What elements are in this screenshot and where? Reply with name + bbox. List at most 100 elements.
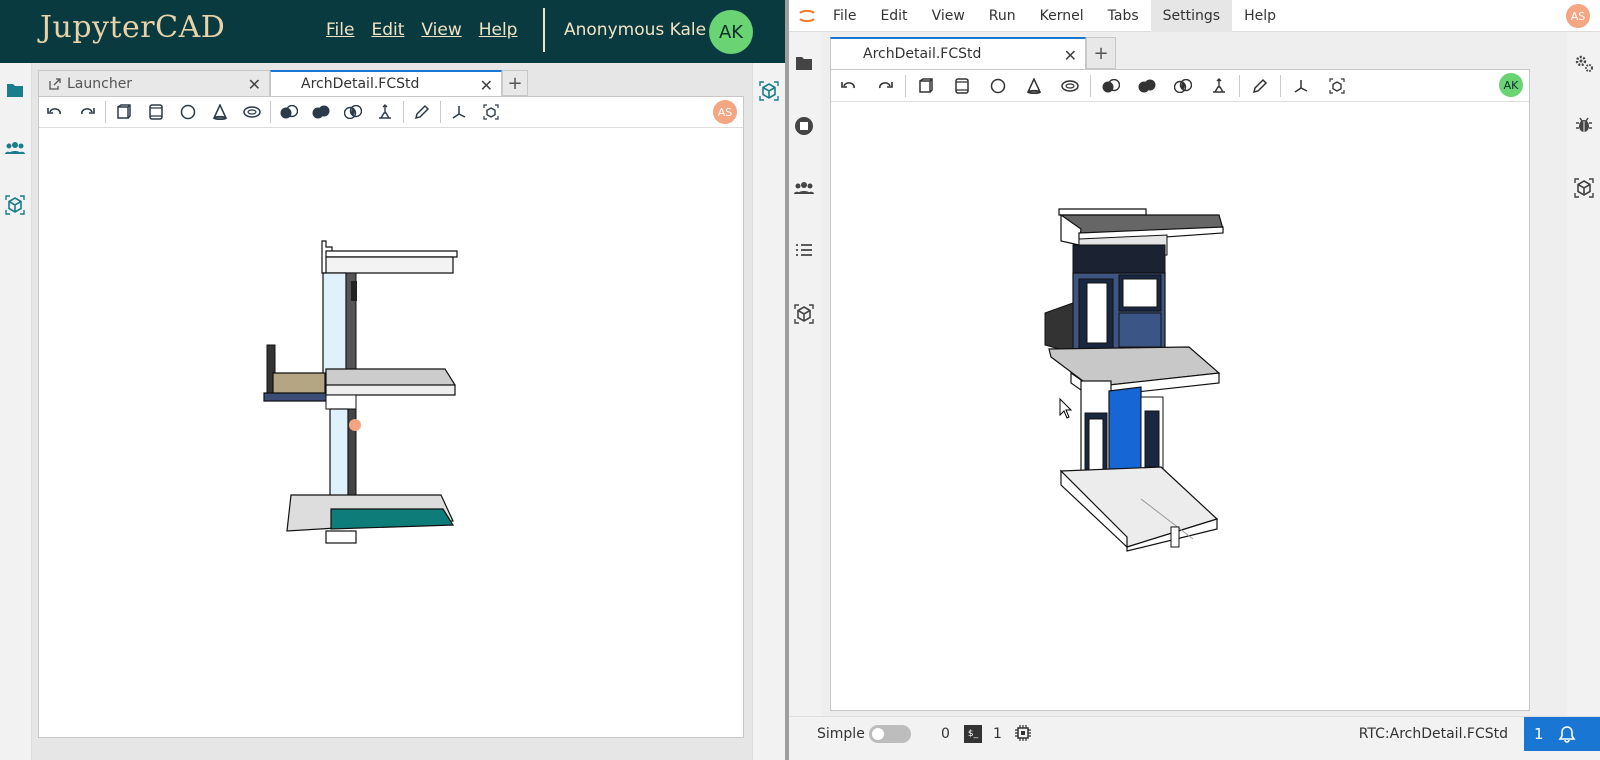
folder-icon[interactable] — [793, 52, 815, 74]
simple-mode-toggle[interactable] — [869, 725, 911, 743]
undo-icon[interactable] — [39, 98, 71, 126]
box-icon[interactable] — [108, 98, 140, 126]
building-model — [263, 240, 458, 544]
toolbar-separator — [1239, 74, 1240, 97]
sphere-icon[interactable] — [172, 98, 204, 126]
gears-icon[interactable] — [1573, 52, 1595, 74]
redo-icon[interactable] — [867, 72, 903, 100]
collaborator-avatar[interactable]: AK — [1499, 73, 1523, 97]
menu-file[interactable]: File — [821, 0, 868, 32]
terminal-icon[interactable]: $_ — [964, 725, 982, 743]
menu-run[interactable]: Run — [977, 0, 1028, 32]
menu-view[interactable]: View — [920, 0, 977, 32]
cad-toolbar — [831, 70, 1529, 102]
menu-view[interactable]: View — [421, 20, 461, 40]
cad-viewport[interactable] — [39, 129, 743, 737]
toolbar-separator — [105, 101, 106, 123]
left-sidebar — [789, 32, 821, 716]
header-divider — [543, 8, 545, 52]
cone-icon[interactable] — [1016, 72, 1052, 100]
explode-icon[interactable] — [475, 98, 507, 126]
menu-edit[interactable]: Edit — [868, 0, 919, 32]
menu-help[interactable]: Help — [1232, 0, 1288, 32]
mouse-pointer-icon — [1059, 397, 1073, 419]
pencil-icon[interactable] — [1242, 72, 1278, 100]
building-model — [1044, 208, 1224, 552]
undo-icon[interactable] — [831, 72, 867, 100]
jupytercad-left-window: JupyterCAD File Edit View Help Anonymous… — [0, 0, 785, 760]
cone-icon[interactable] — [204, 98, 236, 126]
user-avatar[interactable]: AS — [1566, 4, 1590, 28]
toolbar-separator — [1280, 74, 1281, 97]
list-icon[interactable] — [793, 239, 815, 261]
cube-icon[interactable] — [1573, 177, 1595, 199]
intersection-icon[interactable] — [337, 98, 369, 126]
terminal-count[interactable]: 1 — [993, 726, 1002, 742]
tab-bar: ArchDetail.FCStd ✕ + — [830, 37, 1530, 69]
tab-label: Launcher — [67, 75, 133, 92]
extrude-icon[interactable] — [1201, 72, 1237, 100]
new-tab-button[interactable]: + — [1086, 37, 1116, 69]
axes-icon[interactable] — [1283, 72, 1319, 100]
users-icon[interactable] — [4, 137, 26, 159]
axes-icon[interactable] — [443, 98, 475, 126]
torus-icon[interactable] — [1052, 72, 1088, 100]
extrude-icon[interactable] — [369, 98, 401, 126]
close-icon[interactable]: ✕ — [248, 75, 261, 94]
menu-edit[interactable]: Edit — [371, 20, 404, 40]
users-icon[interactable] — [793, 177, 815, 199]
cut-icon[interactable] — [273, 98, 305, 126]
cylinder-icon[interactable] — [944, 72, 980, 100]
cpu-icon[interactable] — [1014, 724, 1032, 742]
kernel-count[interactable]: 0 — [941, 726, 950, 742]
menu-tabs[interactable]: Tabs — [1096, 0, 1151, 32]
explode-icon[interactable] — [1319, 72, 1355, 100]
tab-archdetail[interactable]: ArchDetail.FCStd ✕ — [270, 70, 502, 96]
status-bar: Simple 0 $_ 1 RTC:ArchDetail.FCStd 1 — [789, 716, 1600, 760]
pencil-icon[interactable] — [406, 98, 438, 126]
main-menu: File Edit View Run Kernel Tabs Settings … — [821, 0, 1288, 32]
cad-toolbar — [39, 97, 743, 128]
menu-file[interactable]: File — [326, 20, 354, 40]
cut-icon[interactable] — [1093, 72, 1129, 100]
torus-icon[interactable] — [236, 98, 268, 126]
cube-icon[interactable] — [4, 194, 26, 216]
jupyter-logo-icon — [799, 9, 815, 23]
toolbar-separator — [440, 101, 441, 123]
menu-bar: File Edit View Run Kernel Tabs Settings … — [789, 0, 1600, 32]
menu-settings[interactable]: Settings — [1150, 0, 1233, 32]
bug-icon[interactable] — [1573, 114, 1595, 136]
union-icon[interactable] — [1129, 72, 1165, 100]
cube-icon[interactable] — [793, 303, 815, 325]
toolbar-separator — [1090, 74, 1091, 97]
main-menu: File Edit View Help — [326, 20, 517, 40]
cube-icon[interactable] — [758, 80, 780, 102]
tab-label: ArchDetail.FCStd — [301, 76, 420, 92]
user-avatar[interactable]: AK — [709, 10, 753, 54]
tab-launcher[interactable]: Launcher ✕ — [38, 70, 270, 96]
bell-icon — [1558, 726, 1576, 743]
collaborator-avatar[interactable]: AS — [713, 100, 737, 124]
left-sidebar — [0, 63, 32, 760]
toolbar-separator — [905, 74, 906, 97]
box-icon[interactable] — [908, 72, 944, 100]
sphere-icon[interactable] — [980, 72, 1016, 100]
notifications-button[interactable]: 1 — [1524, 717, 1600, 751]
tab-bar: Launcher ✕ ArchDetail.FCStd ✕ + — [38, 70, 748, 96]
folder-icon[interactable] — [4, 79, 26, 101]
app-logo: JupyterCAD — [40, 10, 226, 45]
cylinder-icon[interactable] — [140, 98, 172, 126]
redo-icon[interactable] — [71, 98, 103, 126]
stop-icon[interactable] — [793, 115, 815, 137]
union-icon[interactable] — [305, 98, 337, 126]
intersection-icon[interactable] — [1165, 72, 1201, 100]
right-sidebar — [752, 63, 785, 760]
close-icon[interactable]: ✕ — [1064, 46, 1077, 65]
toolbar-separator — [403, 101, 404, 123]
close-icon[interactable]: ✕ — [480, 76, 493, 95]
cad-viewport[interactable] — [831, 103, 1529, 710]
tab-archdetail[interactable]: ArchDetail.FCStd ✕ — [830, 37, 1086, 69]
menu-help[interactable]: Help — [479, 20, 518, 40]
new-tab-button[interactable]: + — [502, 70, 528, 96]
menu-kernel[interactable]: Kernel — [1028, 0, 1096, 32]
